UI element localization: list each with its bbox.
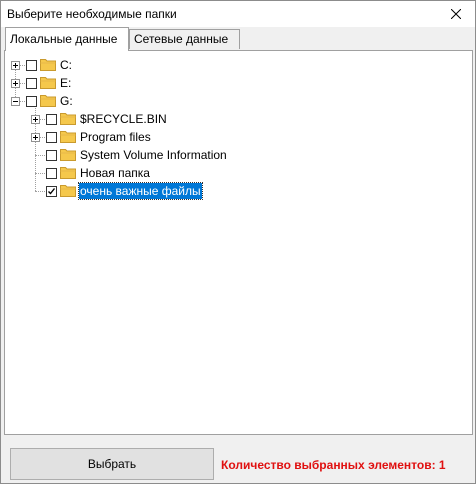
tree-node[interactable]: Program files: [5, 128, 465, 146]
tree-node[interactable]: G:: [5, 92, 465, 110]
expand-icon[interactable]: [11, 79, 20, 88]
folder-icon: [60, 111, 76, 125]
tree-node[interactable]: C:: [5, 56, 465, 74]
tree-node[interactable]: Новая папка: [5, 164, 465, 182]
close-icon: [451, 9, 461, 19]
folder-icon: [60, 129, 76, 143]
folder-checkbox[interactable]: [46, 168, 57, 179]
folder-tree[interactable]: C: E: G: $RECYCLE.BIN Program files System Vo…: [5, 51, 472, 434]
select-button[interactable]: Выбрать: [10, 448, 214, 480]
tree-node-label[interactable]: C:: [59, 57, 73, 73]
folder-checkbox[interactable]: [46, 186, 57, 197]
folder-icon: [60, 165, 76, 179]
close-button[interactable]: [443, 3, 469, 25]
folder-icon: [40, 57, 56, 71]
folder-checkbox[interactable]: [46, 132, 57, 143]
tree-node-label[interactable]: Program files: [79, 129, 152, 145]
collapse-icon[interactable]: [11, 97, 20, 106]
tree-node-label[interactable]: E:: [59, 75, 72, 91]
folder-checkbox[interactable]: [46, 150, 57, 161]
folder-icon: [40, 75, 56, 89]
tab-local-data[interactable]: Локальные данные: [5, 27, 129, 51]
dialog-window: Выберите необходимые папки Локальные дан…: [0, 0, 476, 484]
tree-node[interactable]: System Volume Information: [5, 146, 465, 164]
tree-node[interactable]: очень важные файлы: [5, 182, 465, 200]
folder-checkbox[interactable]: [46, 114, 57, 125]
title-bar: Выберите необходимые папки: [1, 1, 475, 27]
folder-icon: [60, 183, 76, 197]
folder-checkbox[interactable]: [26, 96, 37, 107]
folder-checkbox[interactable]: [26, 60, 37, 71]
folder-checkbox[interactable]: [26, 78, 37, 89]
checkmark-icon: [48, 188, 56, 195]
tree-node-label[interactable]: G:: [59, 93, 74, 109]
tab-network-data[interactable]: Сетевые данные: [129, 29, 240, 49]
expand-icon[interactable]: [31, 133, 40, 142]
expand-icon[interactable]: [31, 115, 40, 124]
tree-node[interactable]: E:: [5, 74, 465, 92]
folder-tree-panel: C: E: G: $RECYCLE.BIN Program files System Vo…: [4, 50, 473, 435]
folder-icon: [40, 93, 56, 107]
tree-node-label[interactable]: очень важные файлы: [78, 182, 203, 200]
selected-count-status: Количество выбранных элементов: 1: [221, 458, 446, 472]
tree-node-label[interactable]: Новая папка: [79, 165, 151, 181]
tree-node-label[interactable]: $RECYCLE.BIN: [79, 111, 168, 127]
window-title: Выберите необходимые папки: [7, 7, 177, 21]
folder-icon: [60, 147, 76, 161]
tree-node[interactable]: $RECYCLE.BIN: [5, 110, 465, 128]
tree-node-label[interactable]: System Volume Information: [79, 147, 228, 163]
expand-icon[interactable]: [11, 61, 20, 70]
